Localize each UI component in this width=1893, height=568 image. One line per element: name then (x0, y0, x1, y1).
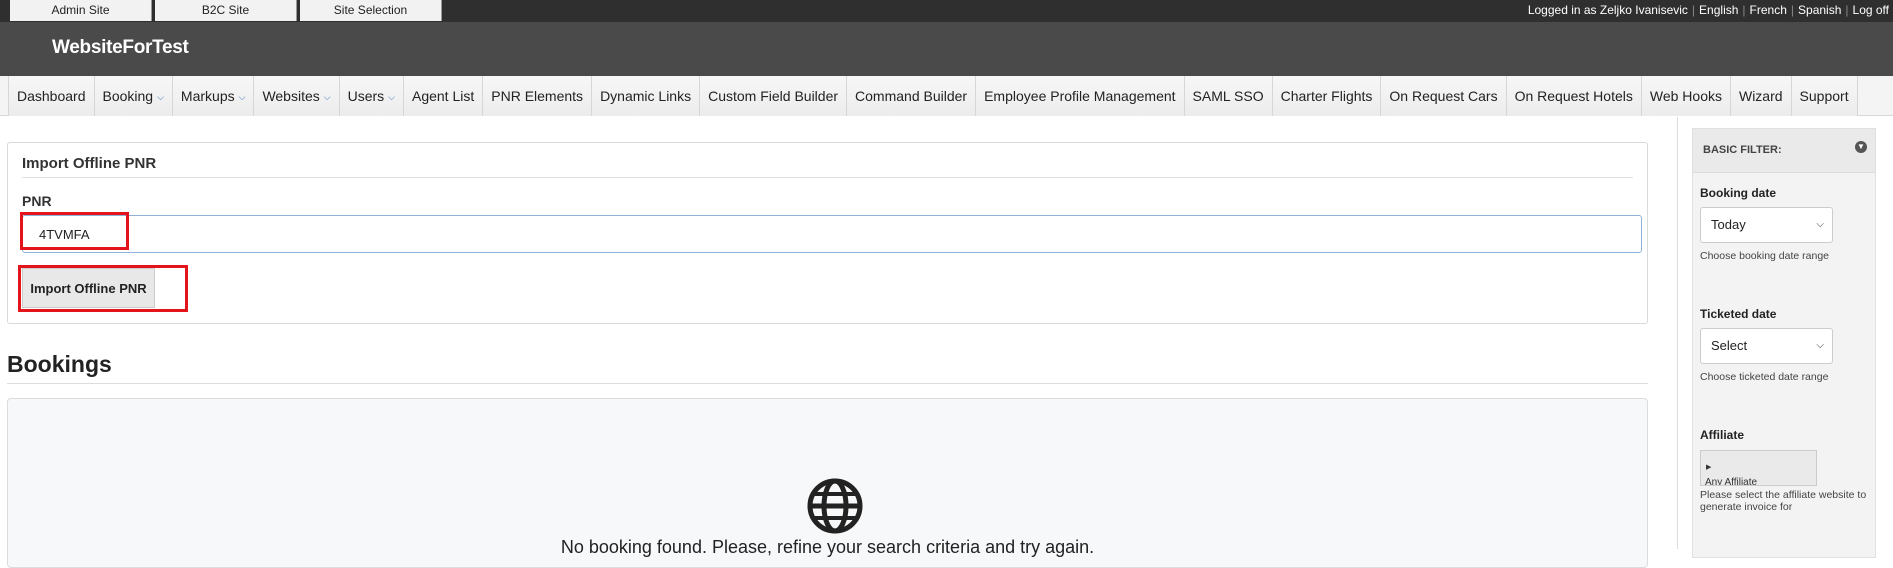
nav-item-saml-sso[interactable]: SAML SSO (1183, 76, 1272, 116)
nav-item-label: Markups (180, 88, 235, 104)
nav-item-label: Booking (102, 88, 154, 104)
booking-date-label: Booking date (1700, 186, 1777, 200)
nav-item-command-builder[interactable]: Command Builder (846, 76, 976, 116)
ticketed-date-label: Ticketed date (1700, 307, 1777, 321)
logged-in-text: Logged in as Zeljko Ivanisevic (1527, 3, 1688, 17)
ticketed-date-select[interactable]: Select ⌵ (1700, 328, 1833, 364)
chevron-down-icon: ⌵ (1816, 340, 1824, 351)
nav-item-agent-list[interactable]: Agent List (402, 76, 483, 116)
bookings-empty-state: No booking found. Please, refine your se… (7, 398, 1648, 568)
tab-b2c-site[interactable]: B2C Site (155, 0, 297, 21)
logoff-link[interactable]: Log off (1853, 3, 1889, 17)
nav-item-label: Custom Field Builder (708, 88, 839, 104)
tab-site-selection[interactable]: Site Selection (300, 0, 442, 21)
nav-item-label: Dashboard (17, 88, 86, 104)
filter-header: BASIC FILTER: ▼ (1693, 129, 1875, 173)
nav-item-label: Websites (262, 88, 320, 104)
pnr-input[interactable] (22, 215, 1642, 253)
lang-english-link[interactable]: English (1699, 3, 1738, 17)
nav-item-label: Employee Profile Management (984, 88, 1176, 104)
nav-item-custom-field-builder[interactable]: Custom Field Builder (699, 76, 847, 116)
affiliate-select[interactable]: ▶ Any Affiliate (1700, 450, 1817, 486)
nav-item-users[interactable]: Users ⌵ (338, 76, 403, 116)
nav-items: Dashboard Booking ⌵ Markups ⌵ Websites ⌵ Users ⌵… (8, 76, 1858, 116)
globe-icon (807, 478, 863, 534)
lang-spanish-link[interactable]: Spanish (1798, 3, 1841, 17)
main-nav: Dashboard Booking ⌵ Markups ⌵ Websites ⌵ Users ⌵… (0, 76, 1893, 116)
ticketed-date-value: Select (1711, 338, 1748, 353)
affiliate-help: Please select the affiliate website to g… (1700, 489, 1867, 513)
divider (22, 177, 1633, 178)
nav-item-label: Charter Flights (1280, 88, 1373, 104)
nav-item-booking[interactable]: Booking ⌵ (93, 76, 172, 116)
nav-item-on-request-cars[interactable]: On Request Cars (1380, 76, 1506, 116)
nav-item-dynamic-links[interactable]: Dynamic Links (591, 76, 700, 116)
nav-item-label: SAML SSO (1192, 88, 1264, 104)
chevron-down-icon: ⌵ (388, 92, 395, 102)
sidebar-divider (1677, 117, 1678, 549)
nav-item-label: Users (347, 88, 385, 104)
site-header: WebsiteForTest (0, 22, 1893, 76)
nav-item-label: On Request Cars (1389, 88, 1498, 104)
divider (7, 383, 1648, 384)
panel-title: Import Offline PNR (22, 155, 157, 172)
nav-item-wizard[interactable]: Wizard (1729, 76, 1791, 116)
tab-admin-site[interactable]: Admin Site (10, 0, 152, 21)
nav-item-label: Web Hooks (1649, 88, 1722, 104)
nav-item-dashboard[interactable]: Dashboard (8, 76, 94, 116)
nav-item-pnr-elements[interactable]: PNR Elements (482, 76, 592, 116)
affiliate-label: Affiliate (1700, 428, 1745, 442)
chevron-down-icon: ⌵ (323, 92, 331, 102)
nav-item-markups[interactable]: Markups ⌵ (171, 76, 254, 116)
lang-french-link[interactable]: French (1750, 3, 1787, 17)
affiliate-value: Any Affiliate (1705, 477, 1758, 486)
nav-item-label: Dynamic Links (600, 88, 692, 104)
nav-item-on-request-hotels[interactable]: On Request Hotels (1505, 76, 1641, 116)
nav-item-label: Agent List (411, 88, 475, 104)
nav-item-label: Wizard (1738, 88, 1783, 104)
filter-title: BASIC FILTER: (1703, 144, 1782, 156)
empty-message: No booking found. Please, refine your se… (560, 537, 1095, 557)
chevron-down-icon: ⌵ (238, 92, 246, 102)
chevron-down-icon: ⌵ (157, 92, 164, 102)
site-title[interactable]: WebsiteForTest (52, 37, 189, 59)
nav-item-charter-flights[interactable]: Charter Flights (1271, 76, 1381, 116)
nav-item-web-hooks[interactable]: Web Hooks (1640, 76, 1730, 116)
booking-date-help: Choose booking date range (1700, 250, 1830, 262)
nav-item-label: PNR Elements (491, 88, 584, 104)
nav-item-employee-profile-management[interactable]: Employee Profile Management (975, 76, 1184, 116)
nav-item-websites[interactable]: Websites ⌵ (253, 76, 339, 116)
nav-item-support[interactable]: Support (1790, 76, 1858, 116)
expand-arrow-icon: ▶ (1706, 464, 1712, 471)
ticketed-date-help: Choose ticketed date range (1700, 371, 1829, 383)
nav-item-label: Command Builder (855, 88, 968, 104)
top-bar: Admin Site B2C Site Site Selection Logge… (0, 0, 1893, 22)
collapse-toggle-icon[interactable]: ▼ (1855, 141, 1867, 153)
import-offline-pnr-button[interactable]: Import Offline PNR (22, 268, 155, 308)
booking-date-select[interactable]: Today ⌵ (1700, 207, 1833, 243)
import-offline-pnr-panel: Import Offline PNR PNR Import Offline PN… (7, 142, 1648, 324)
account-bar: Logged in as Zeljko Ivanisevic | English | F… (1527, 3, 1889, 17)
pnr-label: PNR (22, 193, 52, 209)
chevron-down-icon: ⌵ (1816, 219, 1824, 230)
booking-date-value: Today (1711, 217, 1746, 232)
bookings-title: Bookings (7, 351, 112, 377)
nav-item-label: On Request Hotels (1514, 88, 1633, 104)
nav-item-label: Support (1799, 88, 1849, 104)
basic-filter-sidebar: BASIC FILTER: ▼ Booking date Today ⌵ Cho… (1692, 128, 1876, 558)
